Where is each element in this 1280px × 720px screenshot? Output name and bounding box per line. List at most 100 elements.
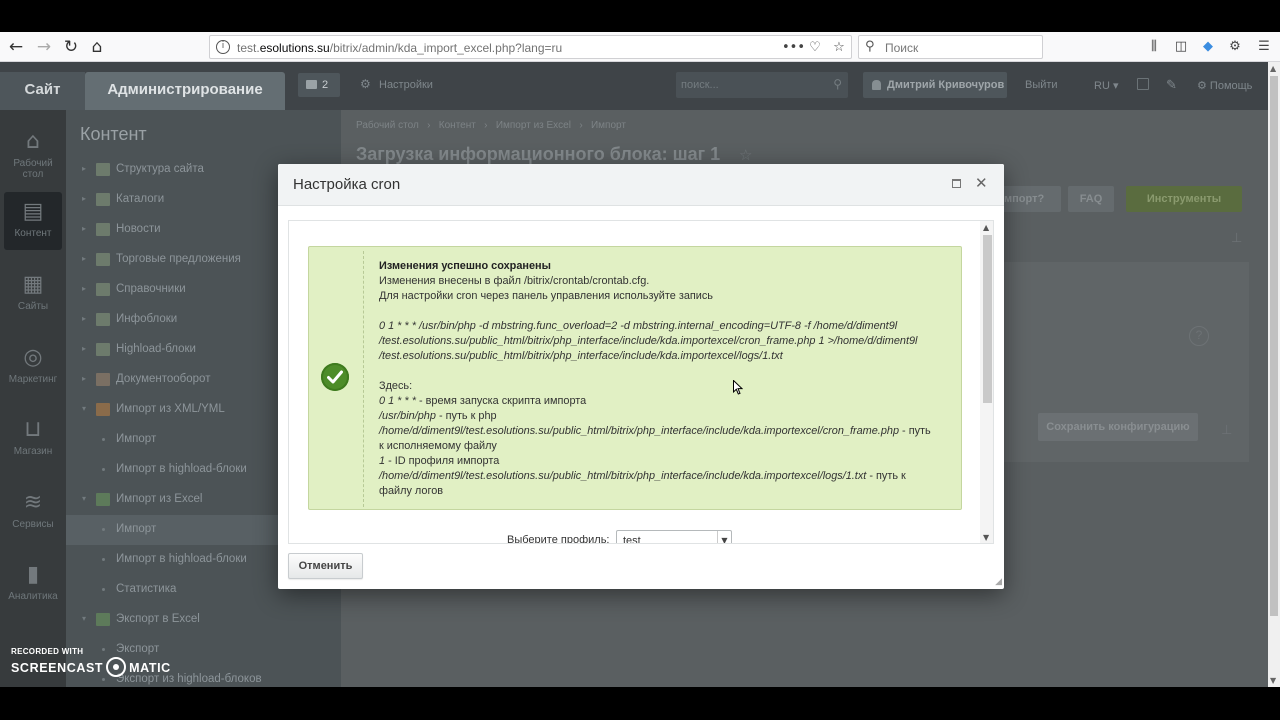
help-icon[interactable]: ? — [1189, 326, 1209, 346]
menu-desktop[interactable]: ⌂ Рабочий стол — [4, 122, 62, 181]
admin-header: Сайт Администрирование 2 ⚙ Настройки пои… — [0, 62, 1268, 110]
user-name: Дмитрий Кривочуров — [887, 79, 1005, 91]
logout-link[interactable]: Выйти — [1025, 79, 1058, 91]
home-icon[interactable]: ⌂ — [85, 35, 109, 59]
scroll-down-icon[interactable]: ▼ — [1270, 676, 1276, 685]
menu-label: Маркетинг — [8, 374, 58, 385]
menu-label: Аналитика — [8, 591, 58, 602]
bookmark-star-icon[interactable]: ☆ — [830, 39, 848, 57]
menu-label: Рабочий — [13, 158, 53, 169]
submenu-item-label: Статистика — [116, 583, 177, 595]
menu-analytics[interactable]: ▮ Аналитика — [4, 555, 62, 613]
favorite-star-icon[interactable]: ☆ — [739, 146, 752, 164]
settings-link[interactable]: Настройки — [379, 79, 433, 91]
admin-search-input[interactable]: поиск... ⚲ — [676, 72, 848, 98]
explanation-line: /home/d/diment9l/test.esolutions.su/publ… — [379, 470, 906, 482]
pin-icon[interactable]: ✎ — [1166, 77, 1177, 93]
submenu-item-label: Структура сайта — [116, 163, 204, 175]
close-icon[interactable]: ✕ — [975, 175, 988, 191]
library-icon[interactable]: ⫼ — [1146, 39, 1162, 55]
user-menu[interactable]: Дмитрий Кривочуров — [863, 72, 1007, 98]
resize-handle-icon[interactable]: ◢ — [995, 577, 1002, 587]
cancel-button[interactable]: Отменить — [288, 553, 363, 579]
search-placeholder: Поиск — [885, 41, 919, 55]
tools-button[interactable]: Инструменты — [1126, 186, 1242, 212]
language-select[interactable]: RU ▾ — [1094, 79, 1118, 92]
menu-sites[interactable]: ▦ Сайты — [4, 265, 62, 323]
extension-icon[interactable]: ◆ — [1200, 39, 1216, 55]
submenu-item-label: Справочники — [116, 283, 186, 295]
back-icon[interactable]: ← — [4, 35, 28, 59]
menu-label: Контент — [14, 228, 52, 239]
help-link[interactable]: ⚙ Помощь — [1197, 79, 1252, 92]
bullet-icon — [102, 438, 105, 441]
submenu-item-export[interactable]: ▾ Экспорт в Excel — [66, 605, 341, 635]
window-icon[interactable] — [1137, 78, 1149, 90]
cron-command: 0 1 * * * /usr/bin/php -d mbstring.func_… — [379, 320, 898, 332]
search-icon: ⚲ — [833, 77, 842, 91]
pin-icon[interactable]: ⊥ — [1221, 422, 1232, 438]
submenu-item-label: Инфоблоки — [116, 313, 178, 325]
xml-icon — [96, 403, 110, 416]
tab-site[interactable]: Сайт — [0, 72, 85, 110]
scrollbar-thumb[interactable] — [983, 235, 992, 403]
message-heading: Изменения успешно сохранены — [379, 260, 551, 272]
pocket-icon[interactable]: ♡ — [806, 39, 824, 57]
breadcrumb-item[interactable]: Контент — [439, 120, 476, 131]
pin-icon[interactable]: ⊥ — [1231, 230, 1242, 246]
expand-icon: ▸ — [82, 254, 87, 263]
collapse-icon: ▾ — [82, 404, 87, 413]
tab-administration[interactable]: Администрирование — [85, 72, 285, 110]
scroll-up-icon[interactable]: ▲ — [1270, 64, 1276, 73]
menu-icon[interactable]: ☰ — [1256, 39, 1272, 55]
menu-content[interactable]: ▤ Контент — [4, 192, 62, 250]
page-actions-icon[interactable]: ••• — [782, 39, 805, 57]
extension-gear-icon[interactable]: ⚙ — [1227, 39, 1243, 55]
menu-shop[interactable]: ⊔ Магазин — [4, 410, 62, 468]
save-config-button[interactable]: Сохранить конфигурацию — [1038, 413, 1198, 441]
scroll-down-icon[interactable]: ▼ — [983, 533, 989, 542]
settings-icon[interactable]: ⚙ — [360, 77, 371, 91]
menu-label: Сайты — [17, 301, 49, 312]
browser-search-input[interactable]: ⚲ Поиск — [858, 35, 1043, 59]
profile-select[interactable]: test ▼ — [616, 530, 732, 543]
reload-icon[interactable]: ↻ — [59, 35, 83, 59]
faq-button[interactable]: FAQ — [1068, 186, 1114, 212]
import-help-button[interactable]: мпорт? — [1001, 186, 1061, 212]
menu-services[interactable]: ≋ Сервисы — [4, 483, 62, 541]
forward-icon[interactable]: → — [32, 35, 56, 59]
success-check-icon — [321, 363, 349, 391]
submenu-item-label: Импорт в highload-блоки — [116, 553, 247, 565]
scroll-up-icon[interactable]: ▲ — [983, 223, 989, 232]
cron-command: /test.esolutions.su/public_html/bitrix/p… — [379, 335, 918, 347]
submenu-item-label: Экспорт в Excel — [116, 613, 200, 625]
submenu-item-label: Новости — [116, 223, 161, 235]
divider — [363, 251, 364, 507]
expand-icon: ▸ — [82, 224, 87, 233]
breadcrumb-item[interactable]: Рабочий стол — [356, 120, 419, 131]
top-letterbox — [0, 0, 1280, 32]
submenu-title: Контент — [80, 124, 147, 144]
cron-command: /test.esolutions.su/public_html/bitrix/p… — [379, 350, 783, 362]
calendar-icon: ▦ — [22, 272, 44, 297]
collapse-icon: ▾ — [82, 614, 87, 623]
url-bar[interactable]: i test.esolutions.su/bitrix/admin/kda_im… — [209, 35, 852, 59]
notifications-count: 2 — [322, 79, 329, 91]
dialog-header[interactable]: Настройка cron ✕ — [278, 164, 1004, 206]
maximize-icon[interactable] — [952, 179, 961, 188]
collapse-icon: ▾ — [82, 494, 87, 503]
notifications-button[interactable]: 2 — [298, 73, 340, 97]
docflow-icon — [96, 373, 110, 386]
submenu-item-label: Импорт из Excel — [116, 493, 203, 505]
user-icon — [872, 80, 881, 90]
page-scrollbar[interactable]: ▲ ▼ — [1268, 62, 1280, 687]
site-info-icon[interactable]: i — [216, 40, 230, 54]
dialog-title: Настройка cron — [293, 176, 401, 193]
dialog-scrollbar[interactable]: ▲ ▼ — [980, 221, 993, 543]
notifications-icon — [306, 80, 317, 89]
sidebar-icon[interactable]: ◫ — [1173, 39, 1189, 55]
breadcrumb-item[interactable]: Импорт из Excel — [496, 120, 571, 131]
dialog-body: Изменения успешно сохранены Изменения вн… — [288, 220, 994, 544]
menu-marketing[interactable]: ◎ Маркетинг — [4, 338, 62, 396]
scrollbar-thumb[interactable] — [1270, 76, 1278, 616]
